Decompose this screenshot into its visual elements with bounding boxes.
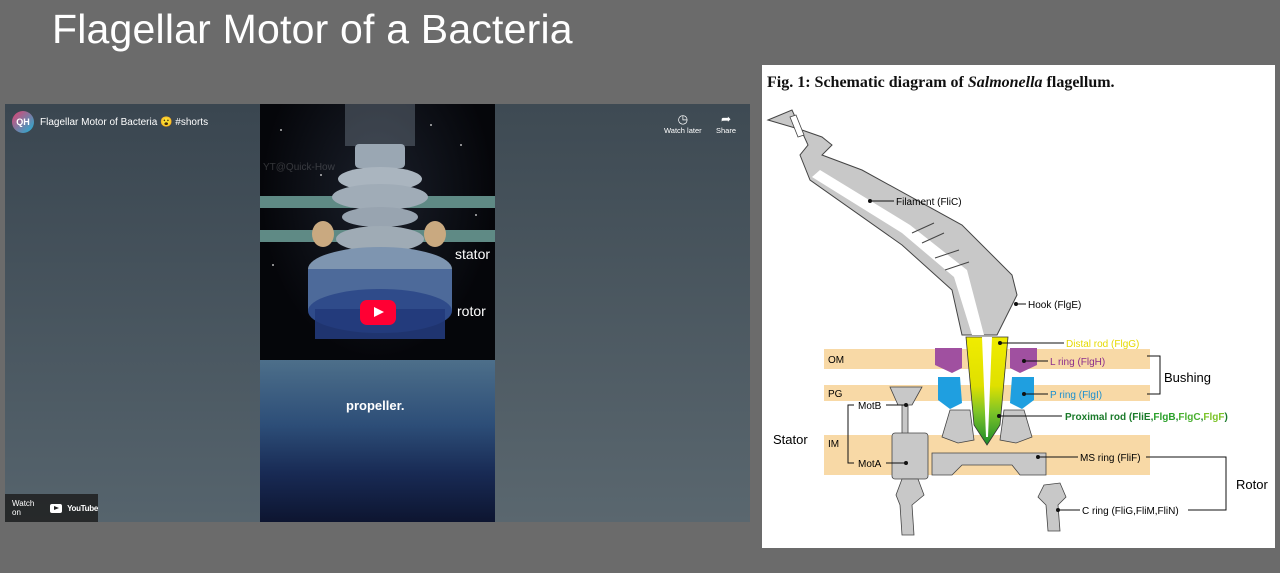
video-title[interactable]: Flagellar Motor of Bacteria 😮 #shorts bbox=[40, 117, 208, 128]
pg-label: PG bbox=[828, 389, 843, 400]
caption-rotor: rotor bbox=[457, 303, 486, 319]
schematic-figure: Fig. 1: Schematic diagram of Salmonella … bbox=[762, 65, 1275, 548]
bushing-label: Bushing bbox=[1164, 370, 1211, 385]
l-ring-left bbox=[935, 348, 962, 373]
clock-icon: ◷ bbox=[677, 112, 689, 126]
om-label: OM bbox=[828, 355, 844, 366]
video-header: QH Flagellar Motor of Bacteria 😮 #shorts bbox=[12, 111, 208, 133]
stator-label: Stator bbox=[773, 432, 808, 447]
distal-rod-label: Distal rod (FlgG) bbox=[1066, 339, 1139, 350]
share-button[interactable]: ➦ Share bbox=[716, 112, 736, 135]
mota-label: MotA bbox=[858, 459, 882, 470]
slide-title: Flagellar Motor of a Bacteria bbox=[52, 6, 573, 52]
share-arrow-icon: ➦ bbox=[720, 112, 732, 126]
rotor-label: Rotor bbox=[1236, 477, 1268, 492]
filament-label: Filament (FliC) bbox=[896, 197, 962, 208]
proximal-rod-label: Proximal rod (FliE,FlgB,FlgC,FlgF) bbox=[1065, 412, 1228, 423]
motb-label: MotB bbox=[858, 401, 882, 412]
im-label: IM bbox=[828, 439, 839, 450]
video-frame-bottom: propeller. bbox=[260, 360, 495, 522]
motb-shape bbox=[889, 386, 923, 436]
youtube-logo-icon bbox=[50, 503, 63, 513]
video-blur-right bbox=[495, 104, 750, 522]
flagellum-diagram: OM PG IM Filament (FliC) Hook (FlgE) Dis… bbox=[766, 109, 1268, 536]
watch-later-label: Watch later bbox=[664, 126, 702, 135]
ms-ring-label: MS ring (FliF) bbox=[1080, 453, 1141, 464]
play-icon[interactable] bbox=[360, 300, 396, 325]
channel-avatar[interactable]: QH bbox=[12, 111, 34, 133]
video-player[interactable]: YT@Quick-How stator rotor propeller. QH … bbox=[5, 104, 750, 522]
p-ring-label: P ring (FlgI) bbox=[1050, 390, 1102, 401]
l-ring-label: L ring (FlgH) bbox=[1050, 357, 1105, 368]
caption-stator: stator bbox=[455, 246, 491, 262]
watch-on-youtube-button[interactable]: Watch on YouTube bbox=[5, 494, 98, 522]
mota-shape bbox=[891, 432, 929, 480]
watch-later-button[interactable]: ◷ Watch later bbox=[664, 112, 702, 135]
video-frame-top: YT@Quick-How stator rotor bbox=[260, 104, 495, 360]
video-blur-left bbox=[5, 104, 260, 522]
video-watermark: YT@Quick-How bbox=[263, 162, 335, 173]
p-ring-left bbox=[938, 377, 962, 409]
share-label: Share bbox=[716, 126, 737, 135]
hook-label: Hook (FlgE) bbox=[1028, 300, 1081, 311]
p-ring-right bbox=[1010, 377, 1034, 409]
youtube-label: YouTube bbox=[67, 503, 98, 513]
caption-propeller: propeller. bbox=[346, 398, 405, 413]
c-ring-shape bbox=[1037, 482, 1067, 532]
watch-on-label: Watch on bbox=[12, 499, 35, 517]
c-ring-label: C ring (FliG,FliM,FliN) bbox=[1082, 506, 1179, 517]
video-frame[interactable]: YT@Quick-How stator rotor propeller. bbox=[260, 104, 495, 522]
